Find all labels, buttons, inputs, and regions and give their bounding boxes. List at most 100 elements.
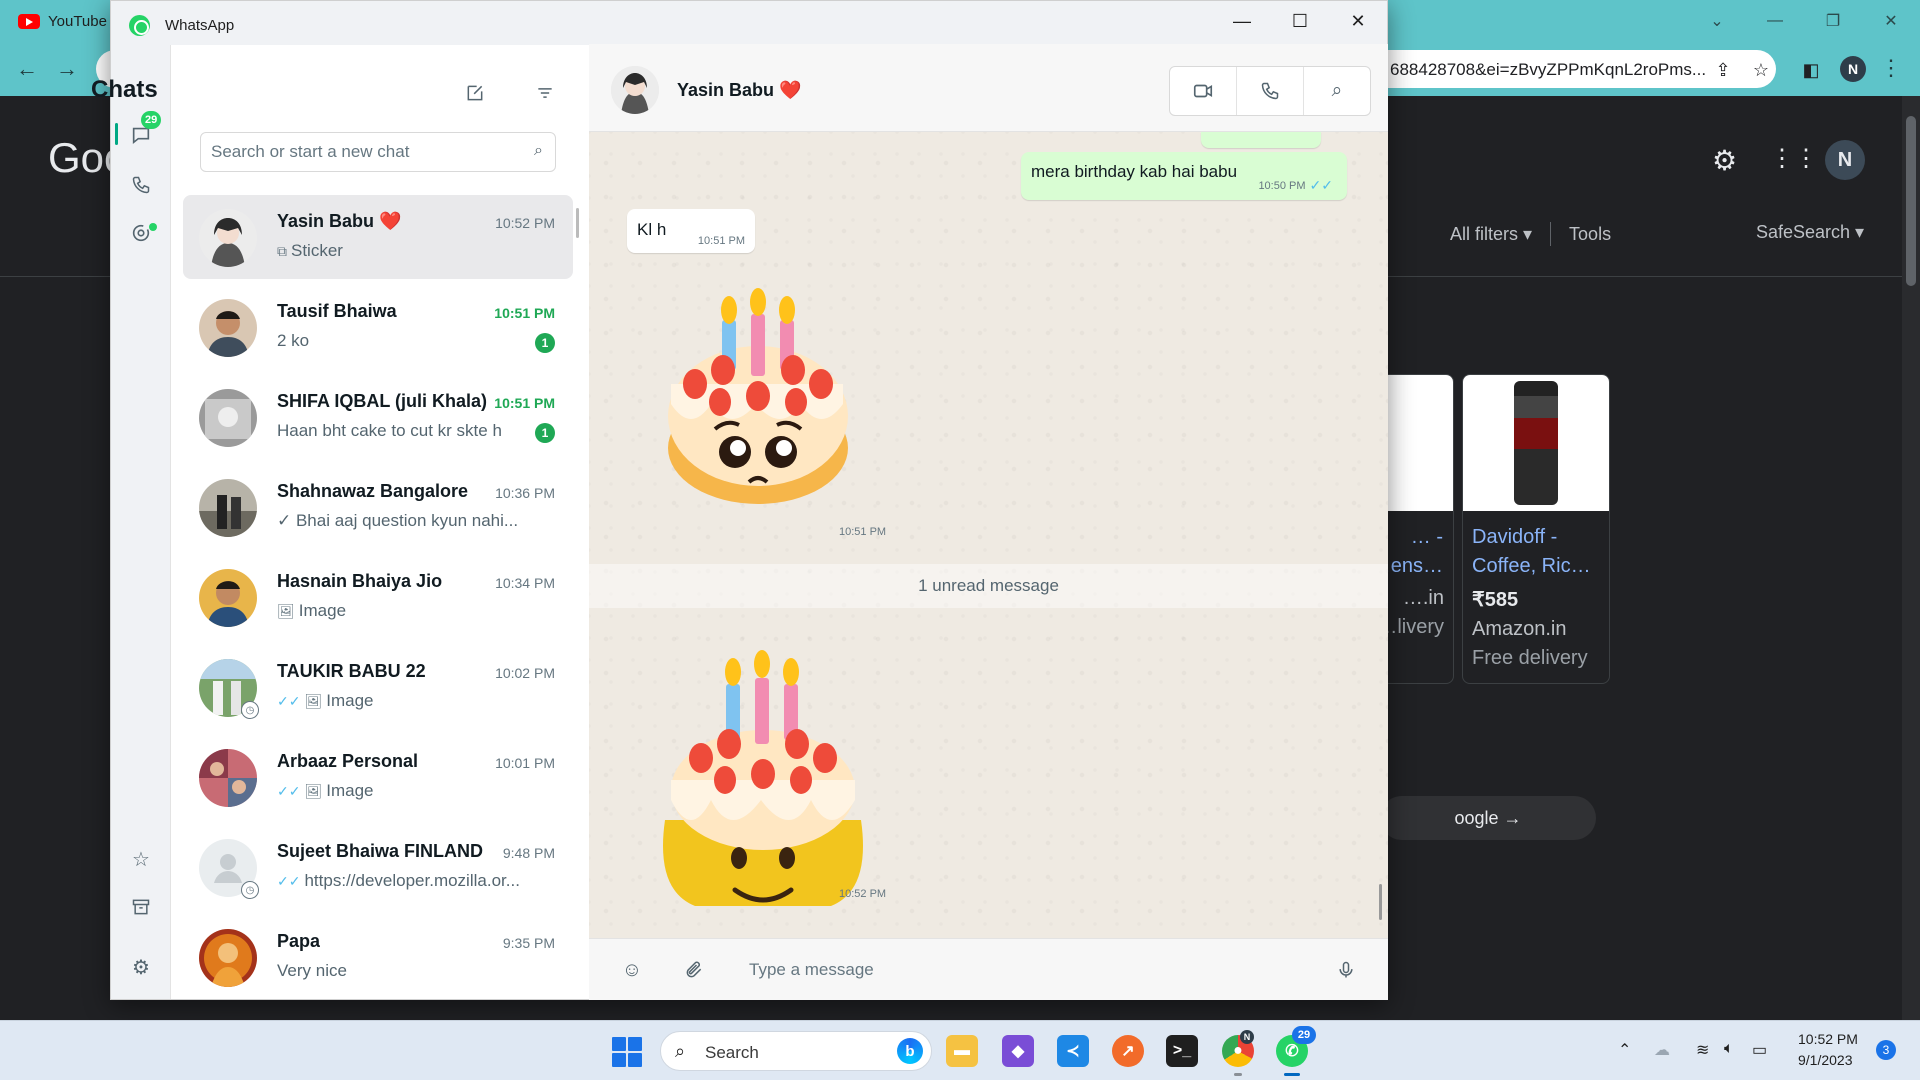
google-profile-avatar[interactable]: N [1825,140,1865,180]
chat-avatar[interactable] [199,389,257,447]
starred-messages-icon[interactable]: ☆ [125,843,157,875]
postman-icon[interactable]: ↗ [1112,1035,1144,1067]
chrome-minimize-button[interactable]: — [1746,0,1804,42]
chrome-menu-icon[interactable]: ⋮ [1880,55,1902,81]
attach-icon[interactable] [679,955,709,985]
settings-gear-icon[interactable]: ⚙ [125,951,157,983]
chat-search-box[interactable]: ⌕ [200,132,556,172]
chrome-profile-avatar[interactable]: N [1840,56,1866,82]
show-hidden-icons-chevron-icon[interactable]: ⌃ [1618,1040,1631,1060]
chat-preview: 🖼︎ Image [277,601,346,621]
more-on-google-button[interactable]: oogle → [1380,796,1596,840]
status-icon[interactable] [125,217,157,249]
image-icon: 🖼︎ [304,693,323,709]
voice-call-icon[interactable] [1237,67,1303,115]
safesearch-button[interactable]: SafeSearch ▾ [1756,222,1864,243]
chat-list-item[interactable]: Yasin Babu ❤️ 10:52 PM ⧉ Sticker [183,195,573,279]
chat-list-item[interactable]: ◷ TAUKIR BABU 22 10:02 PM ✓✓ 🖼︎ Image [183,645,573,729]
clock-time[interactable]: 10:52 PM [1798,1031,1858,1047]
back-icon[interactable]: ← [12,54,42,84]
chat-avatar[interactable] [199,569,257,627]
sticker-cake-pleading[interactable] [665,284,851,510]
search-icon[interactable]: ⌕ [534,142,543,160]
unread-badge: 1 [535,423,555,443]
chat-list-scrollbar[interactable] [576,208,579,238]
minimize-button[interactable]: — [1213,1,1271,41]
chat-avatar[interactable] [199,299,257,357]
conversation-scrollbar[interactable] [1379,884,1382,920]
visual-studio-icon[interactable]: ◆ [1002,1035,1034,1067]
chrome-tab-youtube[interactable]: YouTube [18,8,107,34]
google-filters-bar: All filters ▾ Tools [1450,222,1611,246]
chat-name: Arbaaz Personal [277,751,419,771]
wifi-icon[interactable]: ≋ [1696,1040,1709,1060]
clock-date[interactable]: 9/1/2023 [1798,1052,1853,1068]
maximize-button[interactable]: ☐ [1271,1,1329,41]
share-icon[interactable]: ⇪ [1710,57,1736,83]
side-panel-icon[interactable]: ◧ [1798,57,1824,83]
microphone-icon[interactable] [1331,955,1361,985]
filter-icon[interactable] [530,78,560,108]
notification-count-badge[interactable]: 3 [1876,1040,1896,1060]
chat-preview: ✓✓ 🖼︎ Image [277,781,374,801]
whatsapp-titlebar: WhatsApp — ☐ ✕ [111,1,1387,45]
chat-list-item[interactable]: SHIFA IQBAL (juli Khala) 10:51 PM Haan bht… [183,375,573,459]
start-button[interactable] [612,1037,642,1067]
contact-avatar[interactable] [611,66,659,114]
archived-icon[interactable] [125,891,157,923]
chat-name: SHIFA IQBAL (juli Khala) [277,391,488,411]
chat-list-item[interactable]: Arbaaz Personal 10:01 PM ✓✓ 🖼︎ Image [183,735,573,819]
volume-icon[interactable]: 🔈︎ [1724,1040,1734,1058]
chat-time: 10:52 PM [495,215,555,231]
vs-code-icon[interactable]: ≺ [1057,1035,1089,1067]
google-scrollbar[interactable] [1902,96,1920,1020]
chat-avatar[interactable] [199,209,257,267]
chat-list-item[interactable]: Tausif Bhaiwa 10:51 PM 2 ko 1 [183,285,573,369]
tools-button[interactable]: Tools [1569,224,1611,245]
emoji-icon[interactable]: ☺ [617,955,647,985]
chrome-close-button[interactable]: ✕ [1862,0,1920,42]
status-update-dot [149,223,157,231]
product-title[interactable]: Davidoff - Coffee, Ric… [1463,511,1609,581]
chat-list-item[interactable]: Papa 9:35 PM Very nice [183,915,573,999]
chat-search-input[interactable] [211,133,511,171]
chat-avatar[interactable] [199,749,257,807]
scrollbar-thumb[interactable] [1906,116,1916,286]
chat-list-item[interactable]: ◷ Sujeet Bhaiwa FINLAND 9:48 PM ✓✓ https://d… [183,825,573,909]
chat-preview-text: Haan bht cake to cut kr skte h [277,421,502,440]
close-button[interactable]: ✕ [1329,1,1387,41]
contact-name[interactable]: Yasin Babu ❤️ [677,80,801,101]
conversation-header[interactable]: Yasin Babu ❤️ ⌕ [589,44,1388,132]
chat-time: 9:35 PM [502,935,555,951]
onedrive-cloud-icon[interactable]: ☁ [1654,1040,1670,1060]
sticker-cake-smile[interactable] [653,640,873,928]
chat-list-item[interactable]: Shahnawaz Bangalore 10:36 PM ✓ Bhai aaj qu… [183,465,573,549]
chat-avatar[interactable] [199,929,257,987]
message-bubble-partial[interactable] [1201,132,1321,148]
battery-icon[interactable]: ▭ [1752,1040,1767,1060]
chat-list-item[interactable]: Hasnain Bhaiya Jio 10:34 PM 🖼︎ Image [183,555,573,639]
shopping-card[interactable]: Davidoff - Coffee, Ric… ₹585 Amazon.in F… [1462,374,1610,684]
conversation-search-icon[interactable]: ⌕ [1304,67,1370,115]
message-input[interactable] [749,951,1309,989]
bing-icon[interactable]: b [897,1038,923,1064]
settings-gear-icon[interactable]: ⚙ [1712,144,1737,177]
new-chat-icon[interactable] [460,78,490,108]
chrome-tab-search-icon[interactable]: ⌄ [1688,0,1746,42]
message-bubble-outgoing[interactable]: mera birthday kab hai babu 10:50 PM ✓✓ [1021,152,1347,200]
video-call-icon[interactable] [1170,67,1236,115]
calls-icon[interactable] [125,169,157,201]
windows-taskbar: ⌕ Search b ▬ ◆ ≺ ↗ >_ ● ✆ [0,1020,1920,1080]
forward-icon[interactable]: → [52,54,82,84]
terminal-icon[interactable]: >_ [1166,1035,1198,1067]
message-bubble-incoming[interactable]: Kl h 10:51 PM [627,209,755,253]
conversation-panel: Yasin Babu ❤️ ⌕ mera birthday kab hai ba… [589,44,1388,1000]
chat-name: Hasnain Bhaiya Jio [277,571,443,591]
taskbar-search[interactable]: ⌕ Search b [660,1031,932,1071]
chrome-restore-button[interactable]: ❐ [1804,0,1862,42]
all-filters-button[interactable]: All filters ▾ [1450,224,1532,245]
chat-avatar[interactable] [199,479,257,537]
whatsapp-nav-rail: 29 ☆ ⚙ [111,45,171,999]
bookmark-star-icon[interactable]: ☆ [1748,57,1774,83]
file-explorer-icon[interactable]: ▬ [946,1035,978,1067]
